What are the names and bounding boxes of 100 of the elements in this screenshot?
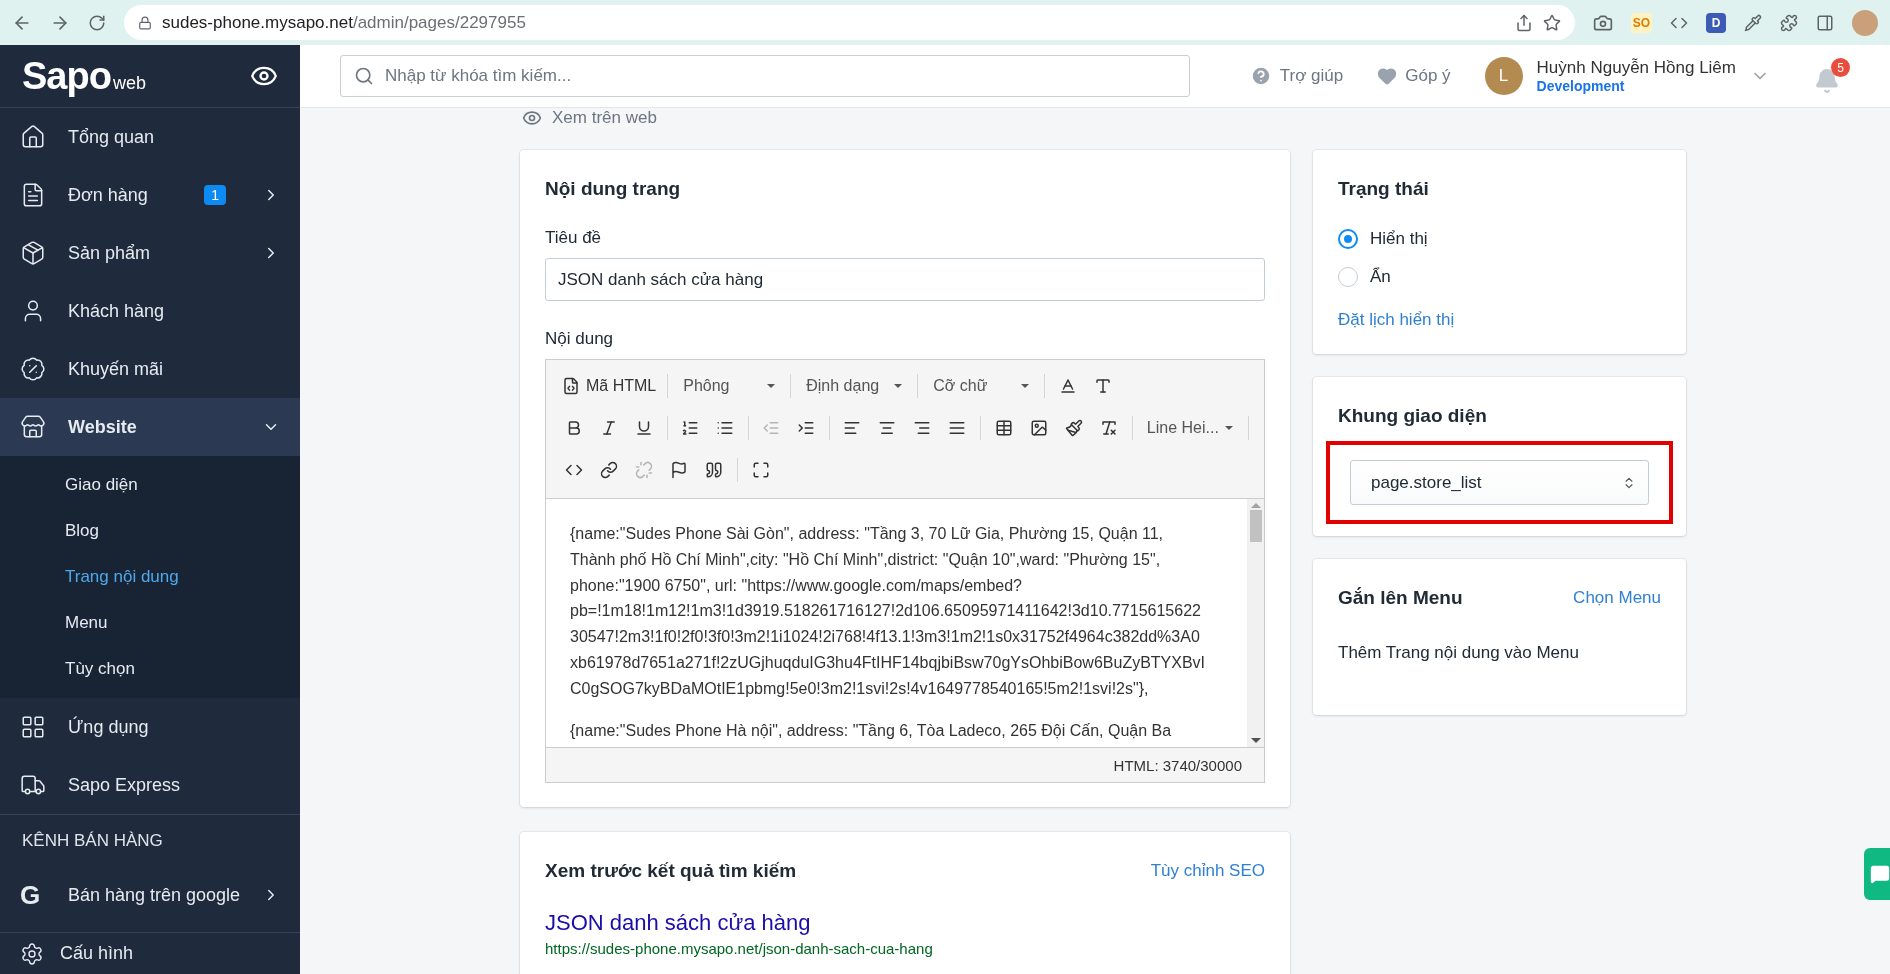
sidebar-item[interactable]: G Bán hàng trên google [0,866,300,924]
underline-icon [635,419,653,437]
heart-icon [1377,66,1398,86]
bullet-list-icon [716,419,735,437]
star-icon[interactable] [1542,13,1561,32]
nav-icon [20,240,46,266]
radio-button[interactable] [1338,267,1358,287]
schedule-link[interactable]: Đặt lịch hiển thị [1338,310,1455,329]
card-title: Trạng thái [1338,178,1430,200]
scrollbar[interactable] [1247,499,1264,747]
google-icon: G [20,879,46,911]
html-source-button[interactable]: Mã HTML [558,370,661,402]
gear-icon [20,941,44,966]
clear-format-icon [1099,419,1118,437]
sidebar-item[interactable]: Sản phẩm [0,224,300,282]
card-title: Xem trước kết quả tìm kiếm [545,860,797,882]
help-link[interactable]: Trợ giúp [1249,65,1344,87]
field-label: Tiêu đề [545,228,603,248]
field-label: Nội dung [545,329,615,349]
notification-badge: 5 [1831,58,1850,77]
url-text: sudes-phone.mysapo.net/admin/pages/2297955 [162,12,526,33]
seo-link[interactable]: Tùy chỉnh SEO [1150,861,1265,881]
caret-icon [767,384,776,388]
sidebar-item[interactable]: Đơn hàng 1 [0,166,300,224]
caret-icon [1021,384,1030,388]
caret-icon [894,384,903,388]
chat-button[interactable] [1864,848,1890,900]
sidebar-item[interactable]: Tổng quan [0,108,300,166]
font-dropdown[interactable]: Phông [675,370,784,402]
eye-icon [522,108,542,128]
nav-icon [20,714,46,740]
preview-url: https://sudes-phone.mysapo.net/json-danh-sach-cua-hang [545,940,934,957]
image-icon [1029,419,1048,437]
sidebar-icon[interactable] [1816,13,1834,32]
character-counter: HTML: 3740/30000 [1113,756,1242,774]
caret-icon [1224,426,1233,430]
fullscreen-icon [752,461,770,479]
align-center-icon [878,419,897,437]
search-icon [354,66,374,86]
justify-icon [948,419,967,437]
bell-icon[interactable] [1814,68,1840,94]
user-name[interactable]: Huỳnh Nguyễn Hồng Liêm [1536,58,1736,78]
paragraph-text: {name:"Sudes Phone Hà nội", address: "Tầng 6, Tòa Ladeco, 265 Đội Cấn, Quận Ba [570,720,1173,741]
table-icon [994,419,1013,437]
sidebar-item[interactable]: Website [0,398,300,456]
card-title: Gắn lên Menu [1338,587,1463,609]
template-select[interactable]: page.store_list [1350,460,1649,505]
choose-menu-link[interactable]: Chọn Menu [1573,588,1661,608]
link-icon [600,461,618,479]
line-height-dropdown[interactable]: Line Hei... [1138,412,1241,444]
user-role: Development [1536,78,1626,94]
align-right-icon [913,419,932,437]
puzzle-icon[interactable] [1780,13,1798,32]
nav-icon [20,124,46,150]
view-on-web-link[interactable]: Xem trên web [520,108,1890,128]
paragraph-text: {name:"Sudes Phone Sài Gòn", address: "Tầng 3, 70 Lữ Gia, Phường 15, Quận 11, Thành phố Hồ Chí Minh",city: "Hồ Chí Minh",district: "Quận 10",ward: "Phường 15", phone:"1900 6750", url: "https://www.google.com/maps/embed? pb=!1m18!1m12!1m3!1d3919.518261716127!2d106.65095971411642!3d10.7715615622 30547!2m3!1f0!2f0!3f0!3m2!1i1024!2i768!4f13.1!3m3!1m2!1s0x31752f4964c382dd%3A0 xb61978d7651a271f!2zUGjhuqduIG3hu4FtIHF14bqjbiBsw70gYsOhbiBow6BuZyBTYXBvI C0gSOG7kyBDaMOtIE1pbmg!5e0!3m2!1svi!2s!4v1649778540165!5m2!1svi!2s"}, [570,524,1207,699]
rich-text-editor[interactable] [545,359,1265,783]
indent-icon [797,419,816,437]
section-heading: KÊNH BÁN HÀNG [0,814,300,866]
title-input[interactable]: JSON danh sách cửa hàng [545,258,1265,301]
lock-icon [138,15,152,30]
card-title: Nội dung trang [545,178,682,200]
numbered-list-icon [681,419,700,437]
sidebar-subitem[interactable]: Giao diện [0,462,300,508]
extension-icon[interactable]: D [1706,12,1726,33]
sidebar-subitem[interactable]: Tùy chọn [0,646,300,692]
code-file-icon [562,377,580,395]
search-field[interactable]: Nhập từ khóa tìm kiếm... [340,55,1190,97]
radio-option[interactable]: Ẩn [1338,258,1661,296]
font-size-dropdown[interactable]: Cỡ chữ [925,370,1038,402]
align-left-icon [843,419,862,437]
text-color-icon [1059,377,1078,395]
preview-title[interactable]: JSON danh sách cửa hàng [545,910,1265,936]
sidebar-item[interactable]: Khách hàng [0,282,300,340]
count-badge: 1 [204,185,226,205]
feedback-link[interactable]: Góp ý [1377,66,1451,86]
share-icon[interactable] [1514,13,1533,32]
logo[interactable]: Sapoweb [22,54,146,98]
radio-button[interactable] [1338,229,1358,249]
sidebar-subitem[interactable]: Menu [0,600,300,646]
nav-icon [20,356,46,382]
italic-icon [600,419,618,437]
unlink-icon [635,461,653,479]
sidebar-subitem[interactable]: Trang nội dung [0,554,300,600]
sidebar-item[interactable]: Ứng dụng [0,698,300,756]
chat-icon [1870,864,1890,884]
address-bar[interactable]: sudes-phone.mysapo.net/admin/pages/2297955 [124,5,1575,40]
radio-option[interactable]: Hiển thị [1338,220,1661,258]
sidebar-item[interactable]: Khuyến mãi [0,340,300,398]
quote-icon [705,461,723,479]
pipette-icon[interactable] [1744,13,1762,32]
background-color-icon [1094,377,1113,395]
reload-icon[interactable] [88,13,106,32]
nav-icon [20,414,46,440]
anchor-icon [670,461,688,479]
sidebar-item[interactable]: Sapo Express [0,756,300,814]
format-dropdown[interactable]: Định dạng [798,370,911,402]
sidebar-subitem[interactable]: Blog [0,508,300,554]
paintbrush-icon [1064,419,1083,437]
card-title: Khung giao diện [1338,405,1488,427]
